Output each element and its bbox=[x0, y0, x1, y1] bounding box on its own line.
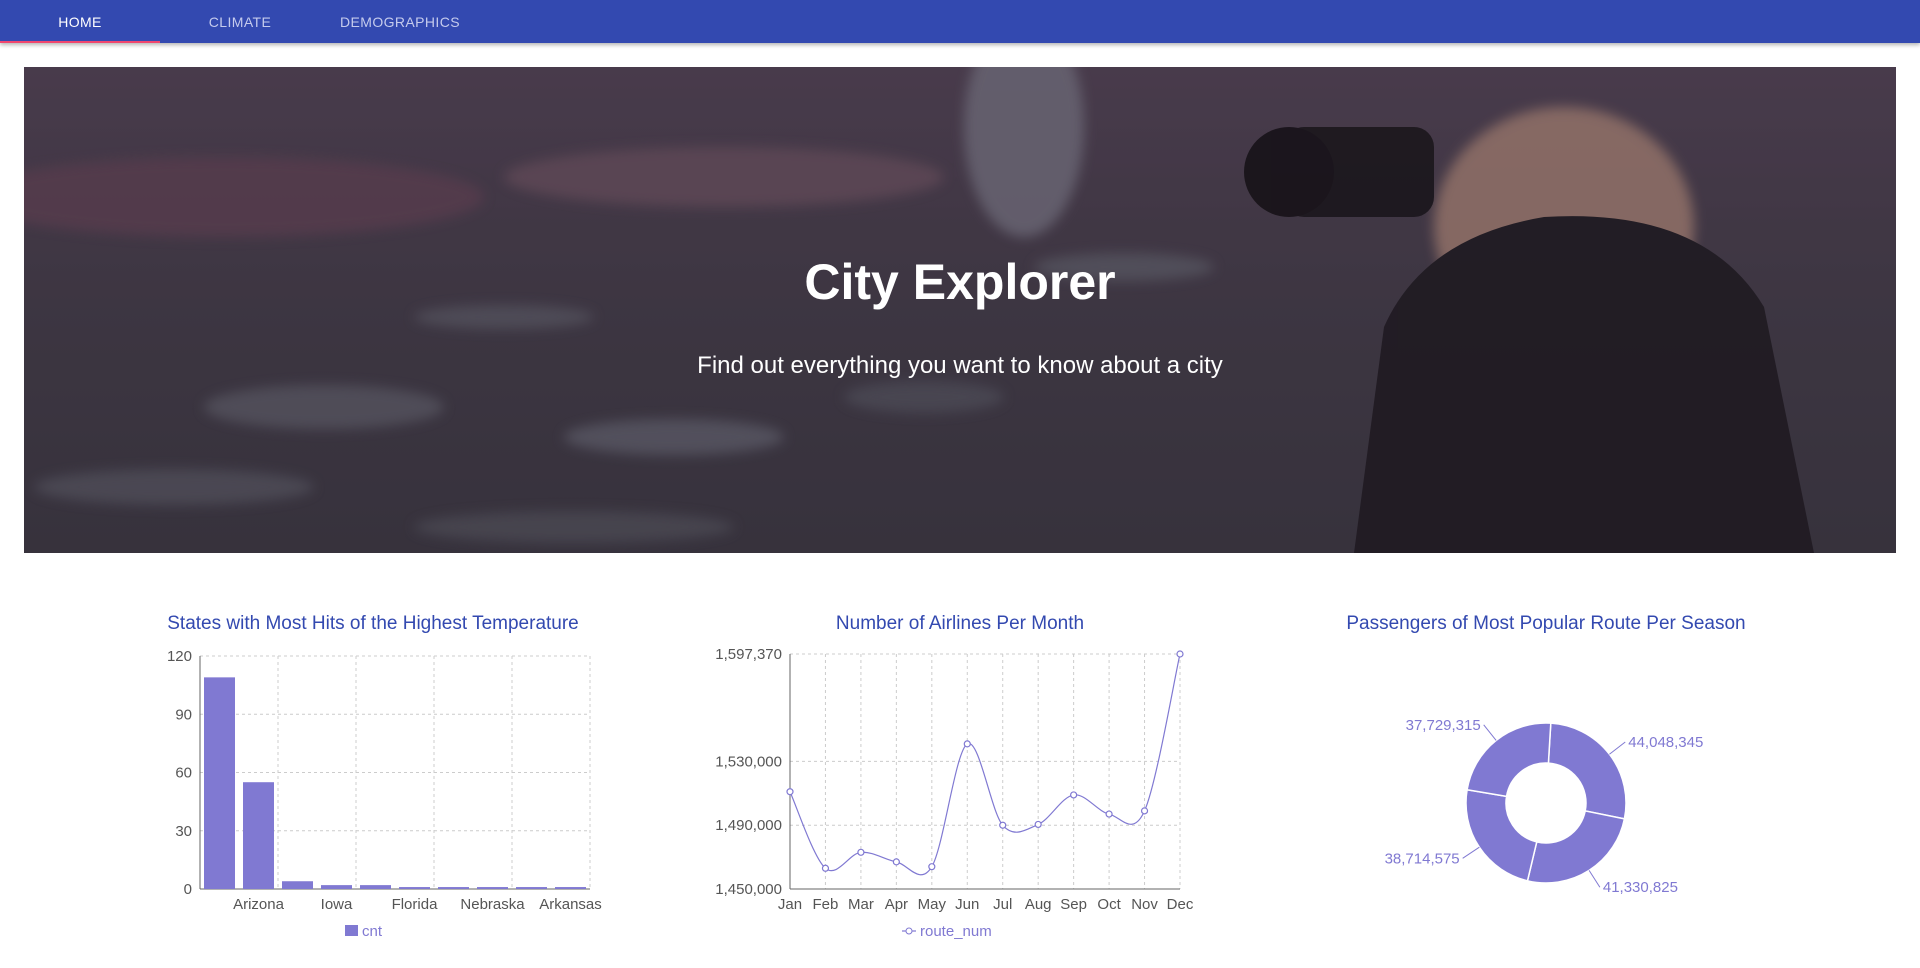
bar-nebraska bbox=[477, 887, 508, 889]
y-tick-label: 1,530,000 bbox=[715, 753, 782, 770]
x-tick-label: Iowa bbox=[321, 896, 353, 913]
active-tab-indicator bbox=[0, 41, 160, 43]
hero-title: City Explorer bbox=[804, 254, 1116, 310]
y-tick-label: 60 bbox=[175, 765, 192, 782]
pie-slice-3 bbox=[1465, 788, 1538, 882]
slice-value-label: 44,048,345 bbox=[1628, 734, 1703, 751]
x-tick-label: Jun bbox=[955, 896, 979, 913]
x-tick-label: Nebraska bbox=[460, 896, 525, 913]
x-tick-label: Apr bbox=[885, 896, 908, 913]
y-tick-label: 30 bbox=[175, 823, 192, 840]
data-point-jun bbox=[963, 740, 971, 748]
data-point-sep bbox=[1070, 791, 1078, 799]
label-leader-line bbox=[1609, 741, 1626, 755]
y-tick-label: 1,450,000 bbox=[715, 881, 782, 898]
bar-arkansas bbox=[555, 887, 586, 889]
bar-item-3 bbox=[282, 881, 313, 889]
top-navbar: HOME CLIMATE DEMOGRAPHICS bbox=[0, 0, 1920, 43]
bar-item-1 bbox=[204, 677, 235, 889]
bar-item-7 bbox=[438, 887, 469, 889]
x-tick-label: Arkansas bbox=[539, 896, 602, 913]
y-tick-label: 1,490,000 bbox=[715, 817, 782, 834]
pie-slice-1 bbox=[1547, 722, 1627, 820]
slice-value-label: 38,714,575 bbox=[1385, 850, 1460, 867]
data-point-jul bbox=[999, 821, 1007, 829]
x-tick-label: Florida bbox=[392, 896, 439, 913]
y-tick-label: 120 bbox=[167, 648, 192, 665]
tab-demographics[interactable]: DEMOGRAPHICS bbox=[320, 0, 480, 43]
data-point-aug bbox=[1034, 820, 1042, 829]
x-tick-label: Arizona bbox=[233, 896, 285, 913]
slice-value-label: 41,330,825 bbox=[1603, 879, 1678, 896]
data-point-dec bbox=[1176, 650, 1184, 658]
pie-chart: 44,048,345 41,330,825 38,714,575 37,729,315 bbox=[1385, 717, 1704, 896]
bar-chart: 0 30 60 90 120 Arizona Iowa Florida Nebraska Arka… bbox=[167, 648, 602, 940]
label-leader-line bbox=[1462, 846, 1480, 859]
data-point-oct bbox=[1105, 810, 1113, 818]
hero-subtitle: Find out everything you want to know abo… bbox=[697, 352, 1223, 379]
legend-marker bbox=[905, 927, 913, 935]
series-line-route-num bbox=[789, 653, 1181, 876]
hero-banner: City Explorer Find out everything you wa… bbox=[24, 67, 1896, 553]
bar-chart-title: States with Most Hits of the Highest Tem… bbox=[167, 613, 579, 634]
bar-item-5 bbox=[360, 885, 391, 889]
slice-value-label: 37,729,315 bbox=[1406, 717, 1481, 734]
y-tick-label: 0 bbox=[184, 881, 192, 898]
pie-chart-title: Passengers of Most Popular Route Per Sea… bbox=[1346, 613, 1746, 634]
y-tick-label: 90 bbox=[175, 706, 192, 723]
pie-slice-4 bbox=[1466, 722, 1552, 798]
line-chart-title: Number of Airlines Per Month bbox=[835, 613, 1085, 634]
label-leader-line bbox=[1588, 870, 1601, 888]
tab-climate[interactable]: CLIMATE bbox=[160, 0, 320, 43]
x-tick-label: Dec bbox=[1167, 896, 1194, 913]
line-chart: 1,450,000 1,490,000 1,530,000 1,597,370 Jan F… bbox=[715, 646, 1194, 940]
bar-iowa bbox=[321, 885, 352, 889]
x-tick-label: Nov bbox=[1131, 896, 1158, 913]
pie-slice-2 bbox=[1526, 810, 1626, 884]
data-point-feb bbox=[821, 864, 830, 872]
x-tick-label: May bbox=[918, 896, 947, 913]
data-point-mar bbox=[857, 848, 865, 856]
x-tick-label: Feb bbox=[813, 896, 839, 913]
x-tick-label: Jan bbox=[778, 896, 802, 913]
y-tick-label: 1,597,370 bbox=[715, 646, 782, 663]
x-tick-label: Sep bbox=[1060, 896, 1087, 913]
bar-arizona bbox=[243, 782, 274, 889]
data-point-apr bbox=[892, 858, 900, 866]
legend-label: cnt bbox=[362, 923, 383, 940]
x-tick-label: Oct bbox=[1097, 896, 1121, 913]
x-tick-label: Mar bbox=[848, 896, 874, 913]
data-point-may bbox=[928, 863, 936, 871]
bar-item-9 bbox=[516, 887, 547, 889]
tab-home[interactable]: HOME bbox=[0, 0, 160, 43]
data-point-jan bbox=[786, 788, 794, 796]
x-tick-label: Jul bbox=[993, 896, 1012, 913]
legend-label: route_num bbox=[920, 923, 992, 940]
data-point-nov bbox=[1140, 807, 1149, 815]
bar-florida bbox=[399, 887, 430, 889]
legend-swatch bbox=[345, 925, 358, 936]
label-leader-line bbox=[1483, 724, 1497, 741]
x-tick-label: Aug bbox=[1025, 896, 1052, 913]
